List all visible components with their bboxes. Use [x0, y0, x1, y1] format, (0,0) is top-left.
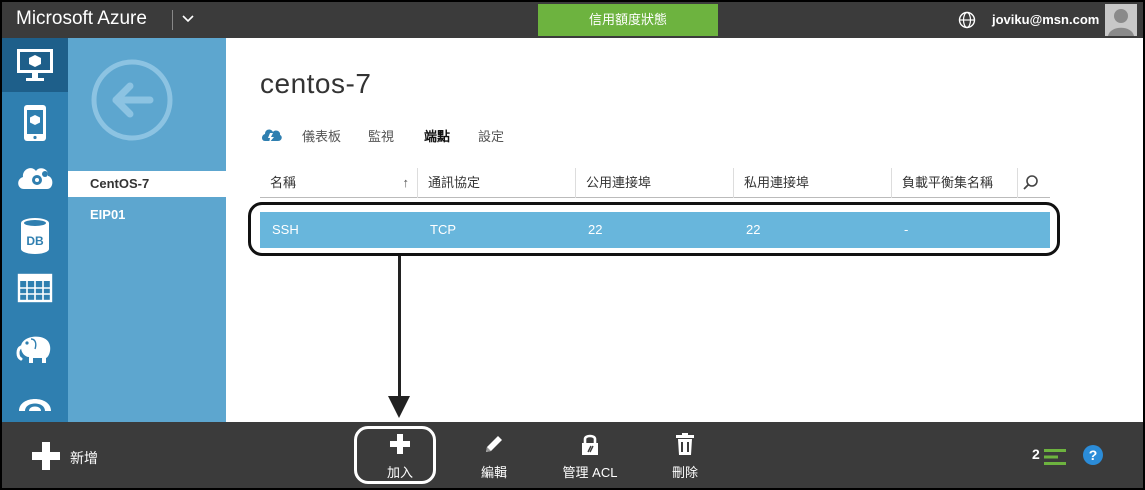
column-header-public-port[interactable]: 公用連接埠 [576, 168, 734, 198]
rail-item-sql-databases[interactable]: DB [2, 206, 68, 260]
user-email[interactable]: joviku@msn.com [992, 12, 1099, 27]
rail-item-mobile-services[interactable] [2, 94, 68, 148]
tab-endpoints[interactable]: 端點 [424, 126, 450, 145]
subnav-item-centos-7[interactable]: CentOS-7 [68, 171, 226, 197]
callout-arrow-head [388, 396, 410, 418]
pencil-icon [486, 436, 502, 452]
hdinsight-elephant-icon [16, 336, 51, 363]
user-silhouette-icon [1108, 9, 1134, 36]
manage-acl-button[interactable]: 管理 ACL [554, 432, 626, 484]
operations-list-icon[interactable] [1044, 448, 1066, 466]
table-row[interactable]: SSH TCP 22 22 - [260, 212, 1050, 248]
tab-monitor[interactable]: 監視 [368, 126, 394, 145]
sort-ascending-icon[interactable]: ↑ [403, 168, 410, 198]
rail-item-cloud-services[interactable] [2, 150, 68, 204]
callout-arrow-line [398, 256, 401, 400]
new-button[interactable]: 新增 [30, 440, 120, 472]
trash-icon [676, 433, 694, 455]
cell-protocol: TCP [430, 222, 456, 237]
sql-database-icon: DB [21, 218, 49, 254]
cell-public-port: 22 [588, 222, 603, 237]
column-header-private-port[interactable]: 私用連接埠 [734, 168, 892, 198]
mobile-service-icon [24, 105, 46, 141]
table-header: 名稱 ↑ 通訊協定 公用連接埠 私用連接埠 負載平衡集名稱 [260, 168, 1050, 198]
column-header-name[interactable]: 名稱 ↑ [260, 168, 418, 198]
cell-lb-set: - [904, 222, 909, 237]
rail-item-storage[interactable] [2, 262, 68, 316]
subnav-item-eip01[interactable]: EIP01 [68, 202, 226, 228]
main-content: centos-7 儀表板 監視 端點 設定 名稱 ↑ 通訊協定 公用連接埠 私用… [226, 38, 1143, 422]
operations-count[interactable]: 2 [1032, 446, 1040, 468]
command-bar: 新增 加入 編輯 管理 ACL 刪除 2 ? [2, 422, 1143, 488]
cell-private-port: 22 [746, 222, 761, 237]
top-bar: Microsoft Azure 信用額度狀態 joviku@msn.com [2, 2, 1143, 38]
rail-item-media-services[interactable] [2, 374, 68, 428]
edit-endpoint-button[interactable]: 編輯 [466, 432, 522, 484]
credit-status-button[interactable]: 信用額度狀態 [538, 4, 718, 36]
cloud-service-icon [18, 168, 53, 189]
plus-icon [32, 442, 60, 470]
service-rail: DB [2, 38, 68, 422]
globe-icon[interactable] [958, 11, 976, 29]
cell-name: SSH [272, 222, 299, 237]
column-header-protocol[interactable]: 通訊協定 [418, 168, 576, 198]
virtual-machine-icon [17, 49, 53, 81]
storage-table-icon [17, 273, 53, 303]
db-label: DB [26, 234, 44, 248]
back-arrow-icon[interactable] [90, 58, 174, 142]
help-icon[interactable]: ? [1082, 444, 1104, 466]
add-endpoint-button[interactable]: 加入 [372, 432, 428, 484]
lock-icon [582, 434, 598, 455]
resource-nav: CentOS-7 EIP01 [68, 38, 226, 422]
azure-portal-window: Microsoft Azure 信用額度狀態 joviku@msn.com DB… [0, 0, 1145, 490]
plus-icon [390, 434, 410, 454]
brand-separator [172, 10, 173, 30]
search-icon[interactable] [1022, 174, 1040, 192]
column-header-lb-set[interactable]: 負載平衡集名稱 [892, 168, 1018, 198]
tab-dashboard[interactable]: 儀表板 [302, 126, 341, 145]
rail-item-hdinsight[interactable] [2, 318, 68, 372]
quick-start-cloud-icon[interactable] [260, 124, 282, 146]
new-label: 新增 [70, 450, 98, 466]
svg-text:?: ? [1089, 447, 1098, 463]
tab-configure[interactable]: 設定 [478, 126, 504, 145]
media-service-icon [19, 399, 51, 411]
avatar[interactable] [1105, 4, 1137, 36]
portal-brand[interactable]: Microsoft Azure [16, 8, 147, 30]
page-title: centos-7 [260, 68, 372, 99]
chevron-down-icon[interactable] [180, 8, 196, 28]
rail-item-virtual-machines[interactable] [2, 38, 68, 92]
delete-endpoint-button[interactable]: 刪除 [657, 432, 713, 484]
